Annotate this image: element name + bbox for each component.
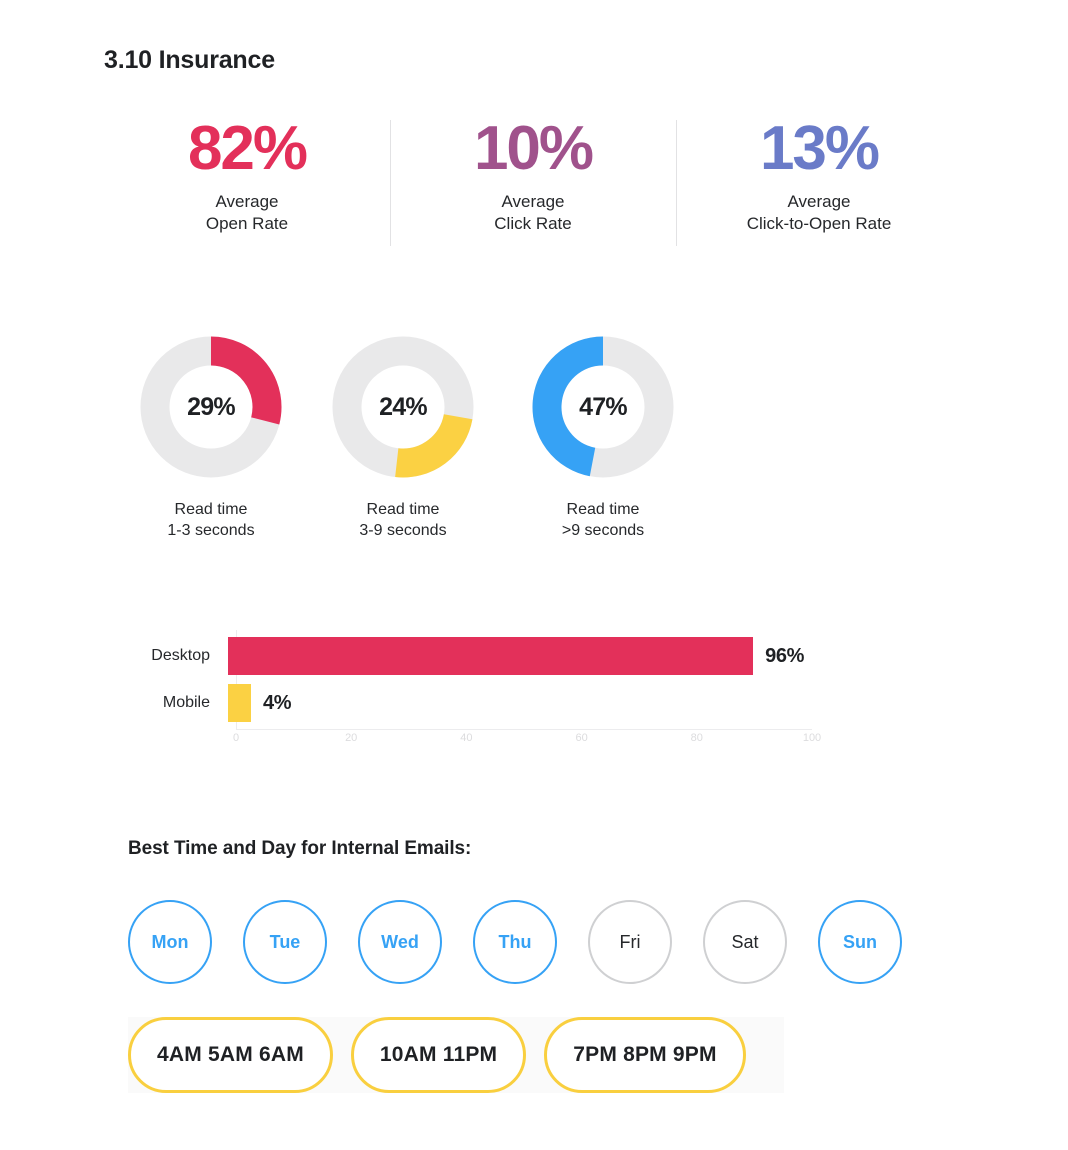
donut-item: 24% Read time 3-9 seconds: [320, 332, 486, 541]
donut-chart: 24%: [328, 332, 478, 482]
kpi-cell: 13% Average Click-to-Open Rate: [676, 116, 962, 252]
page-title: 3.10 Insurance: [104, 46, 275, 74]
bar-tick-label: 60: [575, 732, 588, 744]
kpi-cell: 10% Average Click Rate: [390, 116, 676, 252]
donut-value-label: 29%: [187, 392, 235, 421]
kpi-row: 82% Average Open Rate 10% Average Click Rate 1…: [104, 116, 962, 252]
kpi-label-line1: Average: [787, 192, 851, 212]
bar-row: Desktop 96%: [128, 636, 868, 676]
day-selector-row: Mon Tue Wed Thu Fri Sat Sun: [128, 900, 918, 984]
bar-track: 96%: [228, 637, 804, 675]
kpi-label-line1: Average: [215, 192, 279, 212]
day-circle-fri[interactable]: Fri: [588, 900, 672, 984]
bar-chart-tick-labels: 0 20 40 60 80 100: [232, 732, 821, 750]
donut-chart: 29%: [136, 332, 286, 482]
kpi-value: 13%: [759, 114, 880, 183]
time-group-pill[interactable]: 10AM 11PM: [350, 1017, 527, 1093]
day-circle-sun[interactable]: Sun: [818, 900, 902, 984]
day-circle-sat[interactable]: Sat: [703, 900, 787, 984]
donut-item: 47% Read time >9 seconds: [520, 332, 686, 541]
bar-category-label: Mobile: [162, 694, 210, 711]
bar-tick-label: 20: [345, 732, 358, 744]
kpi-value: 82%: [187, 114, 308, 183]
bar-fill: [228, 684, 252, 722]
donut-caption: Read time 1-3 seconds: [167, 499, 254, 541]
bar-tick-label: 100: [802, 732, 822, 744]
kpi-label: Average Click Rate: [494, 191, 571, 235]
kpi-cell: 82% Average Open Rate: [104, 116, 390, 252]
bar-value-label: 96%: [765, 644, 804, 667]
day-circle-thu[interactable]: Thu: [473, 900, 557, 984]
donut-caption-line1: Read time: [366, 501, 440, 518]
time-group-pill[interactable]: 7PM 8PM 9PM: [544, 1017, 746, 1093]
bar-tick-label: 0: [232, 732, 240, 744]
donut-caption-line2: >9 seconds: [561, 522, 645, 540]
donut-caption-line2: 1-3 seconds: [167, 522, 255, 540]
kpi-label-line2: Click Rate: [494, 213, 572, 233]
kpi-value: 10%: [473, 114, 594, 183]
bar-value-label: 4%: [263, 691, 292, 714]
donut-caption-line1: Read time: [174, 501, 248, 518]
time-group-row: 4AM 5AM 6AM 10AM 11PM 7PM 8PM 9PM: [128, 1017, 746, 1093]
donut-caption: Read time 3-9 seconds: [359, 499, 446, 541]
read-time-donut-row: 29% Read time 1-3 seconds 24% Read time 3-9 s…: [128, 332, 728, 547]
donut-value-label: 47%: [579, 392, 627, 421]
bar-category-label: Desktop: [151, 647, 210, 664]
kpi-label-line1: Average: [501, 192, 565, 212]
kpi-label: Average Click-to-Open Rate: [747, 191, 892, 235]
bar-tick-label: 40: [460, 732, 473, 744]
donut-caption: Read time >9 seconds: [562, 499, 644, 541]
donut-chart: 47%: [528, 332, 678, 482]
bar-tick-label: 80: [690, 732, 703, 744]
bar-track: 4%: [228, 684, 804, 722]
time-group-pill[interactable]: 4AM 5AM 6AM: [128, 1017, 333, 1093]
kpi-label-line2: Click-to-Open Rate: [746, 213, 892, 233]
day-circle-mon[interactable]: Mon: [128, 900, 212, 984]
kpi-label: Average Open Rate: [206, 191, 288, 235]
bar-row: Mobile 4%: [128, 683, 868, 723]
donut-value-label: 24%: [379, 392, 427, 421]
donut-caption-line1: Read time: [566, 501, 640, 518]
donut-item: 29% Read time 1-3 seconds: [128, 332, 294, 541]
day-circle-wed[interactable]: Wed: [358, 900, 442, 984]
best-time-heading: Best Time and Day for Internal Emails:: [128, 838, 472, 859]
bar-fill: [228, 637, 754, 675]
device-bar-chart: 0 20 40 60 80 100 Desktop 96% Mobile 4%: [128, 628, 868, 748]
donut-caption-line2: 3-9 seconds: [359, 522, 447, 540]
day-circle-tue[interactable]: Tue: [243, 900, 327, 984]
kpi-label-line2: Open Rate: [205, 213, 289, 233]
